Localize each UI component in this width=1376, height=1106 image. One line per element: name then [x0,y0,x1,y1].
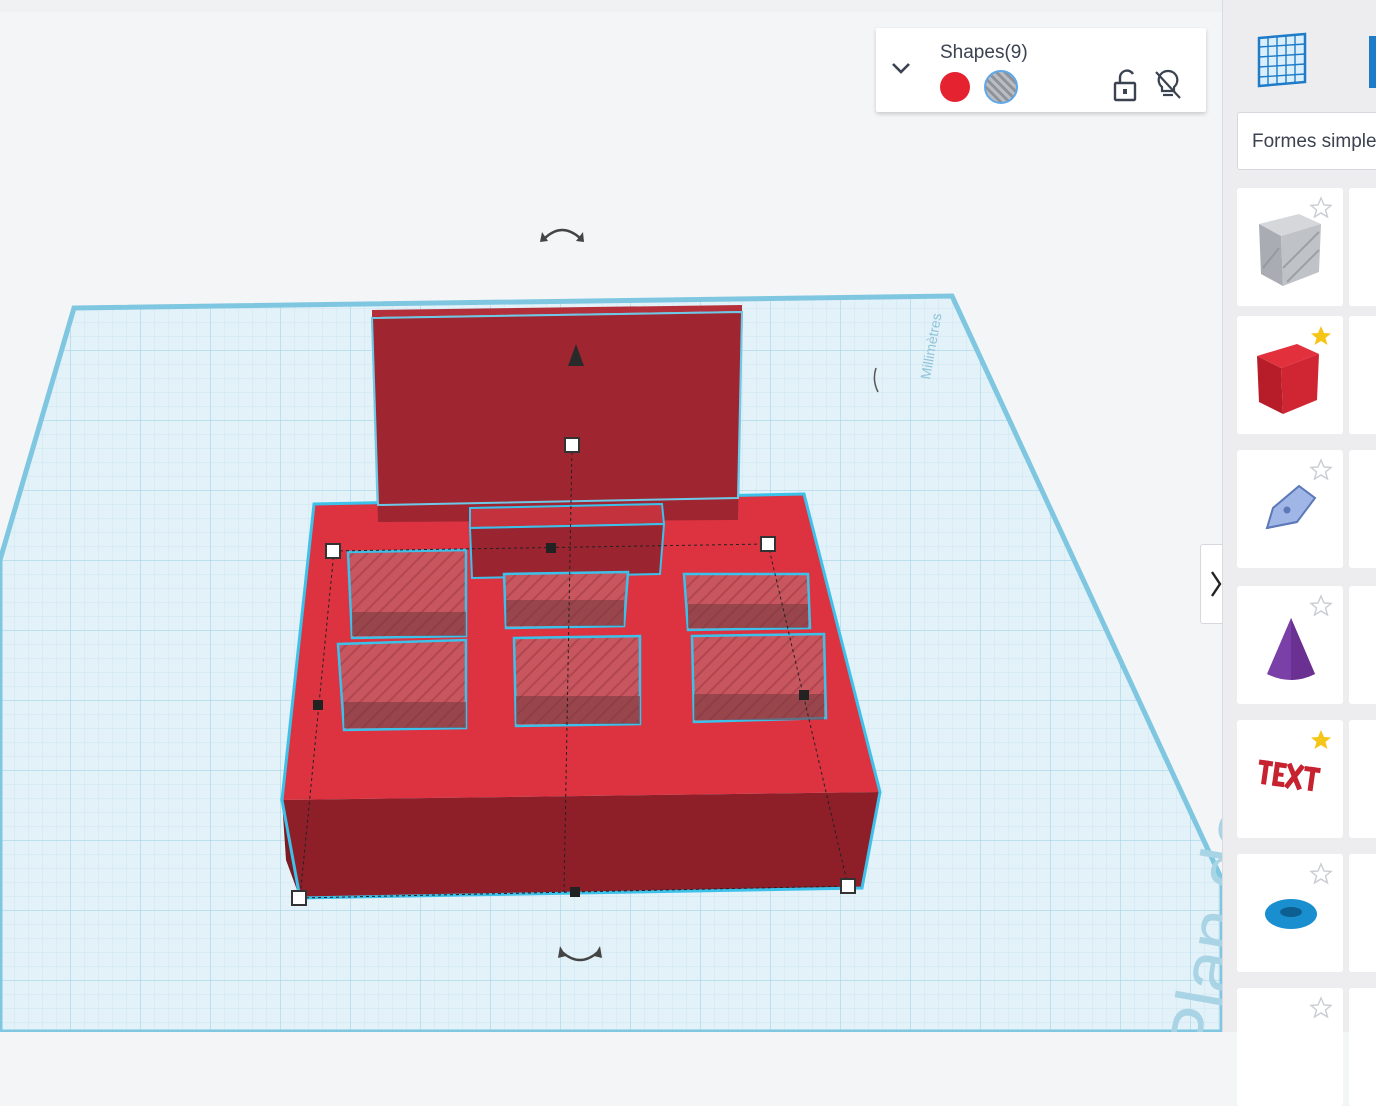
solid-color-swatch[interactable] [940,72,970,102]
star-filled-icon[interactable] [1309,728,1333,752]
box-icon [1257,344,1319,414]
inspector-title: Shapes(9) [940,42,1028,63]
shape-inspector-panel: Shapes(9) [876,28,1206,112]
shape-tile-partial-4[interactable] [1349,586,1376,704]
shape-tile-partial-2[interactable] [1349,316,1376,434]
visibility-bulb-icon[interactable] [1152,68,1184,102]
workplane-canvas[interactable]: Millimètres Plan de construction [0,12,1222,1032]
cone-icon [1267,618,1315,680]
shape-tile-partial-6[interactable] [1349,854,1376,972]
star-outline-icon[interactable] [1309,996,1333,1020]
star-outline-icon[interactable] [1309,862,1333,886]
workplane-grid-icon[interactable] [1253,30,1311,88]
shape-tile-box[interactable] [1237,316,1343,434]
scribble-icon [1265,484,1317,530]
chevron-down-icon[interactable] [890,60,912,76]
top-block-shape[interactable] [468,502,666,580]
text-icon [1258,759,1321,792]
hole-color-swatch[interactable] [984,70,1018,104]
shape-tile-partial-1[interactable] [1349,188,1376,306]
shape-tile-partial-7[interactable] [1349,988,1376,1106]
shape-library-sidebar: Formes simples [1222,0,1376,1106]
torus-icon [1265,899,1317,929]
shape-tile-more[interactable] [1237,988,1343,1106]
second-view-icon[interactable] [1369,36,1376,88]
shape-tile-torus[interactable] [1237,854,1343,972]
chevron-right-icon [1211,571,1222,597]
box-hole-icon [1259,214,1321,286]
shape-tile-scribble[interactable] [1237,450,1343,568]
shape-category-select[interactable]: Formes simples [1237,112,1376,170]
shape-tile-partial-3[interactable] [1349,450,1376,568]
shape-tile-cone[interactable] [1237,586,1343,704]
shape-tile-box-hole[interactable] [1237,188,1343,306]
unlock-icon[interactable] [1112,68,1142,102]
shape-tile-partial-5[interactable] [1349,720,1376,838]
shape-tile-text[interactable] [1237,720,1343,838]
